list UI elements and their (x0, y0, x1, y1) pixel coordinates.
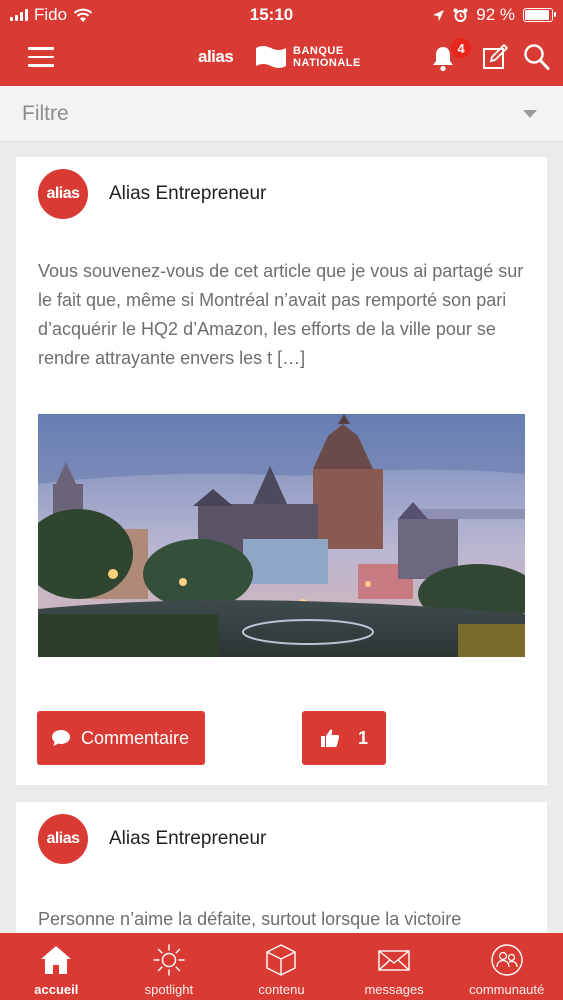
signal-icon (10, 9, 28, 21)
alarm-clock-icon (453, 8, 468, 22)
tab-label: accueil (34, 982, 79, 997)
post-author[interactable]: Alias Entrepreneur (109, 828, 266, 850)
post-text[interactable]: Personne n’aime la défaite, surtout lors… (38, 905, 528, 934)
hamburger-menu-icon[interactable] (28, 47, 54, 67)
bank-line-1: BANQUE (293, 45, 344, 57)
notification-badge: 4 (449, 36, 473, 60)
compose-icon[interactable] (482, 44, 508, 70)
tab-accueil[interactable]: accueil (0, 933, 113, 1000)
status-time: 15:10 (249, 5, 294, 24)
post-card: alias Alias Entrepreneur Vous souvenez-v… (16, 157, 547, 785)
tab-label: messages (364, 982, 424, 997)
tab-spotlight[interactable]: spotlight (113, 933, 226, 1000)
bank-line-2: NATIONALE (293, 57, 361, 69)
avatar[interactable]: alias (38, 169, 88, 219)
post-author[interactable]: Alias Entrepreneur (109, 183, 266, 205)
sun-icon (153, 944, 185, 976)
comment-button[interactable]: Commentaire (37, 711, 205, 765)
filter-label: Filtre (22, 101, 69, 125)
post-text[interactable]: Vous souvenez-vous de cet article que je… (38, 257, 528, 373)
carrier-name: Fido (34, 5, 68, 24)
status-right: 92 % (353, 5, 556, 25)
alias-logo: alias (198, 47, 234, 66)
chevron-down-icon (523, 109, 537, 118)
community-icon (490, 944, 523, 976)
thumbs-up-icon (320, 729, 340, 747)
tab-label: communauté (469, 982, 545, 997)
location-arrow-icon (433, 9, 445, 21)
like-button[interactable]: 1 (302, 711, 386, 765)
banque-nationale-logo: BANQUE NATIONALE (293, 45, 361, 69)
post-card: alias Alias Entrepreneur Personne n’aime… (16, 802, 547, 942)
app-bar: alias BANQUE NATIONALE 4 (0, 30, 563, 86)
comment-button-label: Commentaire (81, 727, 190, 748)
tab-communaute[interactable]: communauté (450, 933, 563, 1000)
bottom-tab-bar: accueil spotlight contenu messages commu… (0, 933, 563, 1000)
like-count: 1 (357, 727, 368, 748)
tab-contenu[interactable]: contenu (225, 933, 338, 1000)
cube-icon (266, 944, 297, 976)
tab-label: spotlight (144, 982, 194, 997)
avatar[interactable]: alias (38, 814, 88, 864)
tab-messages[interactable]: messages (338, 933, 451, 1000)
search-icon[interactable] (523, 43, 550, 71)
filter-dropdown[interactable]: Filtre (0, 86, 563, 142)
battery-icon (523, 8, 556, 22)
wifi-icon (73, 8, 93, 22)
status-bar: Fido 15:10 92 % (0, 0, 563, 30)
post-image[interactable] (38, 414, 525, 657)
status-left: Fido (10, 5, 210, 25)
banque-nationale-flag-icon (256, 46, 286, 68)
speech-bubble-icon (52, 730, 70, 746)
home-icon (41, 946, 72, 974)
battery-percent: 92 % (476, 5, 515, 24)
battery-fill (525, 10, 549, 20)
envelope-icon (378, 950, 410, 971)
tab-label: contenu (258, 982, 305, 997)
